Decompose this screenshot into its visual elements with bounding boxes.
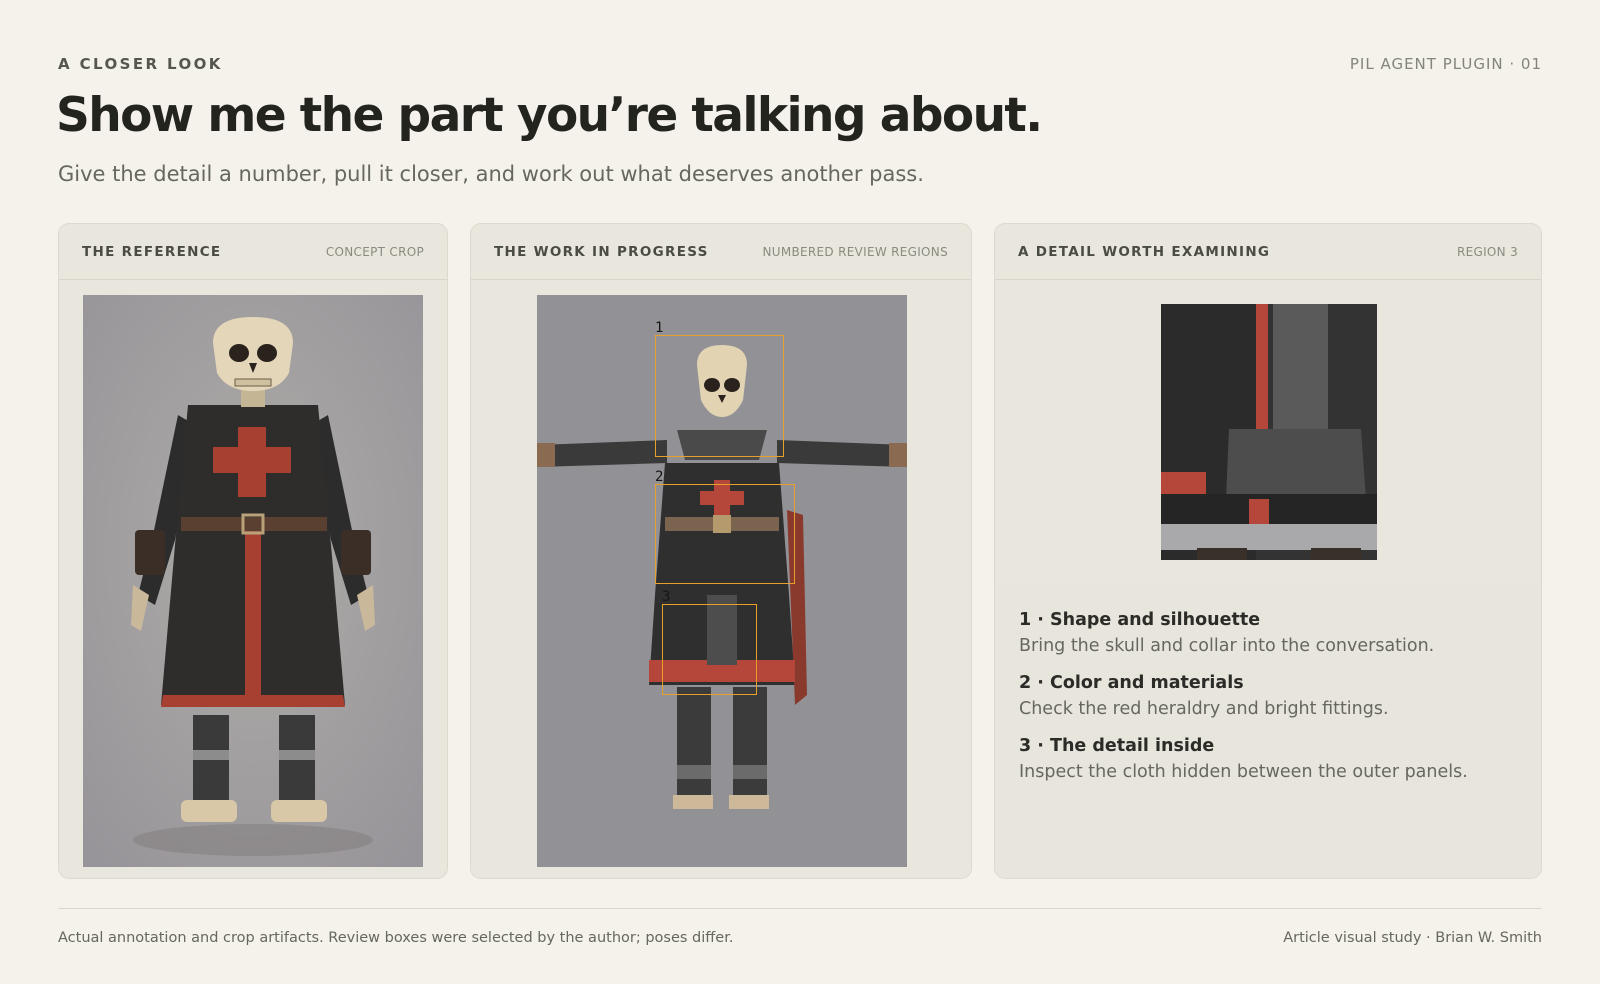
- detail-card-header: A DETAIL WORTH EXAMINING REGION 3: [995, 224, 1541, 280]
- review-region-number: 1: [655, 320, 664, 336]
- note-heading: 1 · Shape and silhouette: [1019, 610, 1261, 630]
- page-subtitle: Give the detail a number, pull it closer…: [58, 162, 924, 186]
- detail-card-title: A DETAIL WORTH EXAMINING: [1018, 243, 1271, 260]
- eyebrow: A CLOSER LOOK: [58, 55, 223, 73]
- footer-credit: Article visual study · Brian W. Smith: [1283, 930, 1542, 946]
- review-notes: 1 · Shape and silhouette Bring the skull…: [995, 586, 1541, 878]
- review-region-box[interactable]: [655, 484, 795, 584]
- wip-card-tag: NUMBERED REVIEW REGIONS: [762, 244, 948, 259]
- note-heading: 2 · Color and materials: [1019, 673, 1244, 693]
- review-region-number: 2: [655, 469, 664, 485]
- review-region-number: 3: [662, 589, 671, 605]
- reference-card-header: THE REFERENCE CONCEPT CROP: [59, 224, 447, 280]
- reference-card-tag: CONCEPT CROP: [325, 244, 424, 259]
- note-item: 3 · The detail inside Inspect the cloth …: [1019, 736, 1517, 782]
- note-body: Bring the skull and collar into the conv…: [1019, 636, 1435, 656]
- note-heading: 3 · The detail inside: [1019, 736, 1215, 756]
- note-item: 2 · Color and materials Check the red he…: [1019, 673, 1517, 719]
- note-body: Check the red heraldry and bright fittin…: [1019, 699, 1389, 719]
- footer-divider: [58, 908, 1542, 909]
- wip-card-title: THE WORK IN PROGRESS: [494, 243, 709, 260]
- reference-card-title: THE REFERENCE: [82, 243, 222, 260]
- review-regions-overlay: 1 2 3: [537, 295, 907, 867]
- review-region-box[interactable]: [655, 335, 784, 457]
- note-body: Inspect the cloth hidden between the out…: [1019, 762, 1468, 782]
- wip-card: THE WORK IN PROGRESS NUMBERED REVIEW REG…: [470, 223, 972, 879]
- reference-card: THE REFERENCE CONCEPT CROP: [58, 223, 448, 879]
- detail-card: A DETAIL WORTH EXAMINING REGION 3 1 · Sh…: [994, 223, 1542, 879]
- footer-caption: Actual annotation and crop artifacts. Re…: [58, 930, 734, 946]
- detail-card-tag: REGION 3: [1456, 244, 1518, 259]
- page-title: Show me the part you’re talking about.: [56, 88, 1043, 143]
- review-region-box[interactable]: [662, 604, 757, 695]
- note-item: 1 · Shape and silhouette Bring the skull…: [1019, 610, 1517, 656]
- wip-card-header: THE WORK IN PROGRESS NUMBERED REVIEW REG…: [471, 224, 971, 280]
- series-label: PIL AGENT PLUGIN · 01: [1349, 55, 1542, 73]
- detail-crop-image: [1161, 304, 1377, 560]
- wip-image: 1 2 3: [537, 295, 907, 867]
- reference-image: [83, 295, 423, 867]
